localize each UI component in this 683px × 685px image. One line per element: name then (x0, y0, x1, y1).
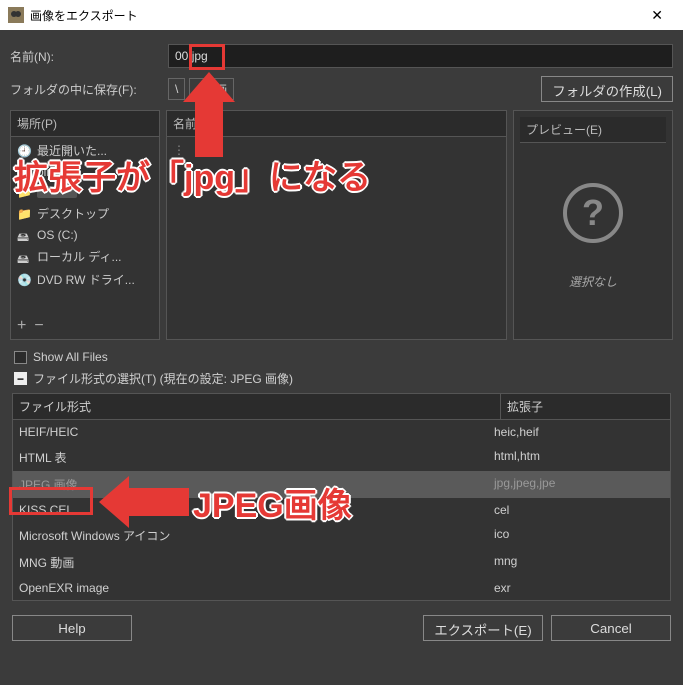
place-item[interactable]: 🖴 ローカル ディ... (11, 245, 159, 268)
places-list: 🕘 最近開いた... 📁 bin 📁 📁 デスクトップ 🖴 OS (C:) 🖴 ローカル ディ...… (11, 137, 159, 313)
place-item-label: bin (37, 165, 53, 179)
format-type: Microsoft Windows アイコン (19, 527, 494, 544)
preview-none-label: 選択なし (569, 273, 617, 290)
filelist-header: 名前 (167, 111, 506, 137)
show-all-files-label: Show All Files (33, 350, 108, 364)
format-type: MNG 動画 (19, 554, 494, 571)
titlebar: 画像をエクスポート ✕ (0, 0, 683, 30)
format-row[interactable]: JPEG 画像jpg,jpeg,jpe (13, 471, 670, 498)
places-remove-icon[interactable]: − (34, 317, 43, 335)
formats-col-ext[interactable]: 拡張子 (500, 394, 670, 419)
place-item[interactable]: 🕘 最近開いた... (11, 139, 159, 162)
place-item-label (37, 186, 77, 198)
create-folder-button[interactable]: フォルダの作成(L) (541, 76, 673, 102)
formats-table: ファイル形式 拡張子 HEIF/HEICheic,heifHTML 表html,… (12, 393, 671, 601)
format-type: JPEG 画像 (19, 476, 494, 493)
place-item-label: ローカル ディ... (37, 248, 122, 265)
format-ext: jpg,jpeg,jpe (494, 476, 664, 493)
drive-icon: 🖴 (17, 250, 31, 264)
path-root[interactable]: \ (168, 78, 185, 100)
show-all-files-checkbox[interactable] (14, 351, 27, 364)
clock-icon: 🕘 (17, 144, 31, 158)
folder-icon: 📁 (17, 165, 31, 179)
filetype-label: ファイル形式の選択(T) (現在の設定: JPEG 画像) (33, 370, 293, 387)
drive-icon: 🖴 (17, 228, 31, 242)
filelist-body: ⋮ (167, 137, 506, 339)
format-ext: ico (494, 527, 664, 544)
filelist-panel: 名前 ⋮ (166, 110, 507, 340)
folder-icon: 📁 (17, 207, 31, 221)
format-type: HEIF/HEIC (19, 425, 494, 439)
place-item-label: デスクトップ (37, 205, 109, 222)
preview-placeholder-icon: ? (563, 183, 623, 243)
name-value-ext: .jpg (188, 49, 207, 63)
formats-col-type[interactable]: ファイル形式 (13, 394, 500, 419)
format-row[interactable]: Microsoft Windows アイコンico (13, 522, 670, 549)
place-item[interactable]: 📁 (11, 182, 159, 202)
path-segment[interactable]: 📁画 (189, 78, 234, 100)
disc-icon: 💿 (17, 273, 31, 287)
format-ext: cel (494, 503, 664, 517)
place-item-label: 最近開いた... (37, 142, 107, 159)
export-button[interactable]: エクスポート(E) (423, 615, 543, 641)
places-header: 場所(P) (11, 111, 159, 137)
format-ext: mng (494, 554, 664, 571)
format-ext: exr (494, 581, 664, 595)
place-item[interactable]: 📁 bin (11, 162, 159, 182)
name-value-pre: 00 (175, 49, 188, 63)
format-type: OpenEXR image (19, 581, 494, 595)
format-row[interactable]: OpenEXR imageexr (13, 576, 670, 600)
window-title: 画像をエクスポート (30, 7, 138, 24)
folder-icon: 📁 (17, 185, 31, 199)
format-row[interactable]: HTML 表html,htm (13, 444, 670, 471)
filetype-collapse-toggle[interactable]: − (14, 372, 27, 385)
help-button[interactable]: Help (12, 615, 132, 641)
cancel-button[interactable]: Cancel (551, 615, 671, 641)
place-item[interactable]: 🖴 OS (C:) (11, 225, 159, 245)
close-button[interactable]: ✕ (639, 3, 675, 28)
name-label: 名前(N): (10, 48, 160, 65)
format-type: KISS CEL (19, 503, 494, 517)
dialog-body: 名前(N): 00.jpg フォルダの中に保存(F): \ 📁画 フォルダの作成… (0, 30, 683, 651)
format-row[interactable]: KISS CELcel (13, 498, 670, 522)
format-type: HTML 表 (19, 449, 494, 466)
folder-label: フォルダの中に保存(F): (10, 81, 160, 98)
place-item[interactable]: 💿 DVD RW ドライ... (11, 268, 159, 291)
place-item[interactable]: 📁 デスクトップ (11, 202, 159, 225)
place-item-label: DVD RW ドライ... (37, 271, 135, 288)
name-input[interactable]: 00.jpg (168, 44, 673, 68)
places-add-icon[interactable]: + (17, 317, 26, 335)
format-ext: heic,heif (494, 425, 664, 439)
places-panel: 場所(P) 🕘 最近開いた... 📁 bin 📁 📁 デスクトップ 🖴 OS (C:) 🖴 ローカル… (10, 110, 160, 340)
preview-header: プレビュー(E) (520, 117, 666, 143)
format-row[interactable]: MNG 動画mng (13, 549, 670, 576)
place-item-label: OS (C:) (37, 228, 78, 242)
format-ext: html,htm (494, 449, 664, 466)
format-row[interactable]: HEIF/HEICheic,heif (13, 420, 670, 444)
preview-panel: プレビュー(E) ? 選択なし (513, 110, 673, 340)
app-icon (8, 7, 24, 23)
